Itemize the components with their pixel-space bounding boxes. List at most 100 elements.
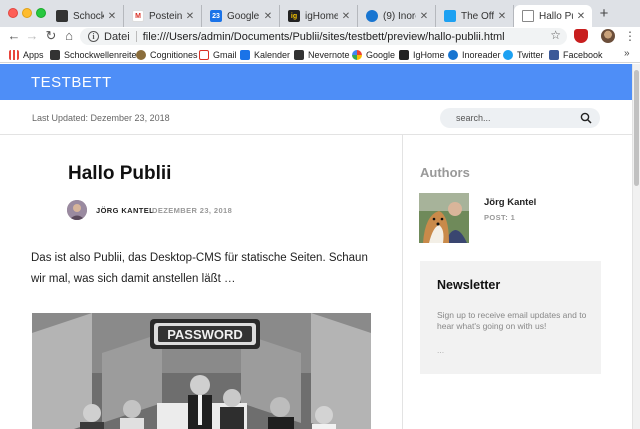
post-title: Hallo Publii [68,163,172,184]
new-tab-button[interactable]: + [596,6,612,22]
newsletter-box: Newsletter Sign up to receive email upda… [420,261,601,374]
newsletter-heading: Newsletter [437,278,501,292]
more-bookmarks-button[interactable]: » [624,48,630,59]
url-text[interactable]: file:///Users/admin/Documents/Publii/sit… [143,31,505,43]
close-tab-icon[interactable]: ✕ [497,11,507,22]
bookmark-ighome[interactable]: IgHome [399,48,445,61]
page-viewport: TESTBETT Last Updated: Dezember 23, 2018… [0,64,632,429]
google-icon [352,49,362,60]
close-tab-icon[interactable]: ✕ [341,11,351,22]
bookmark-label: Cognitiones [150,49,198,60]
bookmark-label: Nevernote [308,49,350,60]
sidebar: Authors Jörg Kantel POST: 1 Newsletter S… [404,135,632,429]
password-sign-text: PASSWORD [167,327,243,342]
scrollbar-thumb[interactable] [634,70,639,186]
tab-strip: Schockwellenreiter ✕ M Posteingang ✕ 23 … [0,0,640,27]
calendar-favicon-icon: 23 [210,10,222,22]
meta-bar: Last Updated: Dezember 23, 2018 [0,100,632,135]
bookmark-apps[interactable]: Apps [9,48,44,61]
bookmark-gmail[interactable]: Gmail [199,48,237,61]
tab-ighome[interactable]: ig igHome - Pc ✕ [280,5,358,27]
bookmarks-bar: Apps Schockwellenreiter Cognitiones Gmai… [0,46,640,63]
tab-hallo-publii[interactable]: Hallo Publii ✕ [514,5,592,27]
tab-google-kalender[interactable]: 23 Google Kalender ✕ [202,5,280,27]
last-updated-text: Last Updated: Dezember 23, 2018 [32,113,170,123]
bookmark-label: Google [366,49,396,60]
bookmark-label: Inoreader [462,49,501,60]
close-tab-icon[interactable]: ✕ [107,11,117,22]
profile-avatar[interactable] [601,29,615,43]
search-input[interactable] [456,113,566,123]
bookmark-star-icon[interactable]: ☆ [550,28,561,42]
apps-grid-icon [9,49,19,60]
cognitiones-icon [136,49,146,60]
ighome-favicon-icon: ig [288,10,300,22]
tab-title: (9) Inoreader [383,10,416,22]
close-tab-icon[interactable]: ✕ [419,11,429,22]
sidebar-author-post-count: POST: 1 [484,213,516,222]
schockwellenreiter-favicon-icon [56,10,68,22]
bookmark-label: Twitter [517,49,544,60]
bookmark-label: Facebook [563,49,603,60]
back-button[interactable]: ← [6,28,22,44]
bookmark-nevernote[interactable]: Nevernote [294,48,350,61]
reload-button[interactable]: ↻ [43,28,59,44]
gmail-favicon-icon: M [132,10,144,22]
forward-button[interactable]: → [24,28,40,44]
search-icon[interactable] [580,112,592,124]
bookmark-twitter[interactable]: Twitter [503,48,544,61]
inoreader-favicon-icon [366,10,378,22]
schockwellenreiter-icon [50,49,60,60]
inoreader-icon [448,49,458,60]
bookmark-google[interactable]: Google [352,48,395,61]
tab-schockwellenreiter[interactable]: Schockwellenreiter ✕ [48,5,124,27]
address-bar[interactable]: i Datei file:///Users/admin/Documents/Pu… [80,28,567,45]
post-image: PASSWORD [32,313,371,429]
site-header: TESTBETT [0,64,632,100]
post-author-link[interactable]: JÖRG KANTEL [96,206,154,215]
close-tab-icon[interactable]: ✕ [263,11,273,22]
bookmark-label: Kalender [254,49,291,60]
close-tab-icon[interactable]: ✕ [185,11,195,22]
browser-menu-icon[interactable]: ⋮ [624,29,636,43]
document-favicon-icon [522,10,534,22]
home-button[interactable]: ⌂ [61,28,77,44]
main-content: Hallo Publii JÖRG KANTEL DEZEMBER 23, 20… [0,135,403,429]
newsletter-placeholder: ... [437,345,445,355]
tab-title: The Official [461,10,494,22]
tab-title: Posteingang [149,10,182,22]
search-box[interactable] [440,108,600,128]
info-icon[interactable]: i [88,31,99,42]
twitter-favicon-icon [444,10,456,22]
page-scrollbar[interactable] [632,64,640,429]
password-show-photo: PASSWORD [32,313,371,429]
tab-title: Google Kalender [227,10,260,22]
bookmark-cognitiones[interactable]: Cognitiones [136,48,198,61]
sidebar-author-avatar[interactable] [419,193,469,243]
bookmark-kalender[interactable]: Kalender [240,48,290,61]
bookmark-schockwellenreiter[interactable]: Schockwellenreiter [50,48,140,61]
maximize-window-button[interactable] [36,8,46,18]
post-body-text: Das ist also Publii, das Desktop-CMS für… [31,252,368,285]
bookmark-label: Apps [23,49,44,60]
tab-title: Schockwellenreiter [73,10,104,22]
ighome-icon [399,49,409,60]
author-photo-icon [67,200,87,220]
site-logo[interactable]: TESTBETT [31,74,112,91]
tab-the-official[interactable]: The Official ✕ [436,5,514,27]
minimize-window-button[interactable] [22,8,32,18]
bookmark-label: IgHome [413,49,445,60]
authors-heading: Authors [420,165,470,180]
bookmark-inoreader[interactable]: Inoreader [448,48,501,61]
tab-inoreader[interactable]: (9) Inoreader ✕ [358,5,436,27]
bookmark-facebook[interactable]: Facebook [549,48,603,61]
close-window-button[interactable] [8,8,18,18]
author-avatar[interactable] [67,200,87,220]
sidebar-author-name[interactable]: Jörg Kantel [484,197,536,208]
tab-posteingang[interactable]: M Posteingang ✕ [124,5,202,27]
calendar-icon [240,49,250,60]
nevernote-icon [294,49,304,60]
tab-title: Hallo Publii [539,10,573,22]
ublock-shield-icon[interactable] [574,29,588,43]
close-tab-icon[interactable]: ✕ [576,11,586,22]
